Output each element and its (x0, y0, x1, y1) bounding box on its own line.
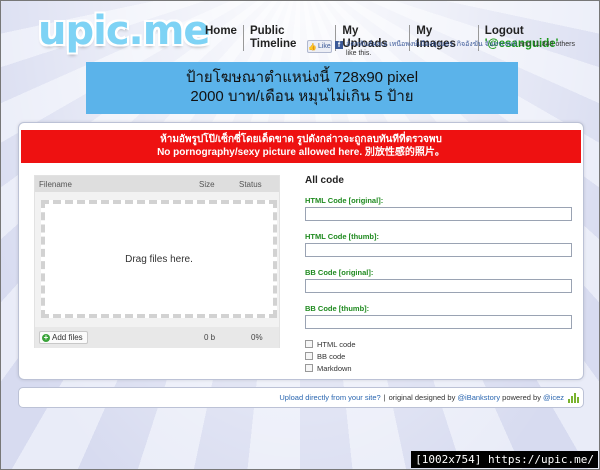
nav-home[interactable]: Home (205, 25, 244, 51)
file-uploader: Filename Size Status Drag files here. + … (34, 175, 280, 348)
bb-original-label: BB Code [original]: (305, 268, 374, 277)
bb-code-checkbox[interactable] (305, 352, 313, 360)
logout-label: Logout (484, 25, 524, 37)
plus-icon: + (42, 332, 50, 342)
facebook-like-text: อัครพันธ์ผลเอ เหนือพงษ์เมืองยุ่งนธร, กิจ… (346, 40, 581, 58)
code-format-options: HTML code BB code Markdown (305, 338, 580, 374)
add-files-label: Add files (52, 333, 83, 342)
ad-line-1: ป้ายโฆษณาตำแหน่งนี้ 728x90 pixel (185, 69, 419, 86)
option-markdown-label: Markdown (317, 363, 352, 373)
facebook-like-button[interactable]: 👍 Like (307, 40, 332, 53)
stats-chart-icon[interactable] (568, 392, 579, 403)
html-original-field[interactable] (305, 207, 572, 221)
html-original-label: HTML Code [original]: (305, 196, 384, 205)
facebook-icon: f (335, 41, 343, 49)
site-logo[interactable]: upic.me (38, 8, 211, 54)
col-status: Status (239, 180, 262, 189)
bb-thumb-field[interactable] (305, 315, 572, 329)
bb-thumb-label: BB Code [thumb]: (305, 304, 370, 313)
option-html-code[interactable]: HTML code (305, 338, 580, 350)
warning-line-thai: ห้ามอัพรูปโป๊/เซ็กซี่โดยเด็ดขาด รูปดังกล… (160, 134, 442, 145)
add-files-button[interactable]: + Add files (39, 331, 88, 344)
option-html-code-label: HTML code (317, 339, 356, 349)
drop-zone[interactable]: Drag files here. (41, 200, 277, 318)
thumbs-up-icon: 👍 (308, 43, 317, 51)
drop-zone-text: Drag files here. (125, 253, 193, 265)
html-code-checkbox[interactable] (305, 340, 313, 348)
content-warning-banner: ห้ามอัพรูปโป๊/เซ็กซี่โดยเด็ดขาด รูปดังกล… (21, 130, 581, 163)
facebook-like-row: 👍 Like f อัครพันธ์ผลเอ เหนือพงษ์เมืองยุ่… (307, 40, 581, 58)
upload-panel: ห้ามอัพรูปโป๊/เซ็กซี่โดยเด็ดขาด รูปดังกล… (18, 122, 584, 380)
codes-title: All code (305, 175, 344, 186)
col-size: Size (199, 180, 215, 189)
powered-by-link[interactable]: @icez (543, 393, 564, 402)
uploader-header: Filename Size Status (35, 176, 279, 192)
footer-separator: | (383, 393, 386, 402)
uploader-footer: + Add files 0 b 0% (35, 327, 279, 348)
option-markdown[interactable]: Markdown (305, 362, 580, 374)
total-size: 0 b (204, 333, 216, 342)
total-status: 0% (251, 333, 263, 342)
markdown-checkbox[interactable] (305, 364, 313, 372)
screenshot-watermark: [1002x754] https://upic.me/ (411, 451, 598, 468)
ad-line-2: 2000 บาท/เดือน หมุนไม่เกิน 5 ป้าย (190, 88, 414, 105)
designer-link[interactable]: @iBankstory (457, 393, 500, 402)
upload-directly-link[interactable]: Upload directly from your site? (279, 393, 380, 402)
original-designed-text: original designed by (388, 393, 456, 402)
html-thumb-field[interactable] (305, 243, 572, 257)
facebook-like-names[interactable]: อัครพันธ์ผลเอ เหนือพงษ์เมืองยุ่งนธร, กิจ… (346, 41, 517, 48)
like-button-label: Like (317, 43, 331, 50)
option-bb-code-label: BB code (317, 351, 346, 361)
powered-by-text: powered by (502, 393, 541, 402)
col-filename: Filename (39, 180, 72, 189)
warning-line-english: No pornography/sexy picture allowed here… (157, 147, 445, 158)
page-footer: Upload directly from your site? | origin… (18, 387, 584, 408)
bb-original-field[interactable] (305, 279, 572, 293)
ad-banner[interactable]: ป้ายโฆษณาตำแหน่งนี้ 728x90 pixel 2000 บา… (86, 62, 518, 114)
option-bb-code[interactable]: BB code (305, 350, 580, 362)
html-thumb-label: HTML Code [thumb]: (305, 232, 380, 241)
code-output-section: All code HTML Code [original]: HTML Code… (305, 175, 580, 374)
